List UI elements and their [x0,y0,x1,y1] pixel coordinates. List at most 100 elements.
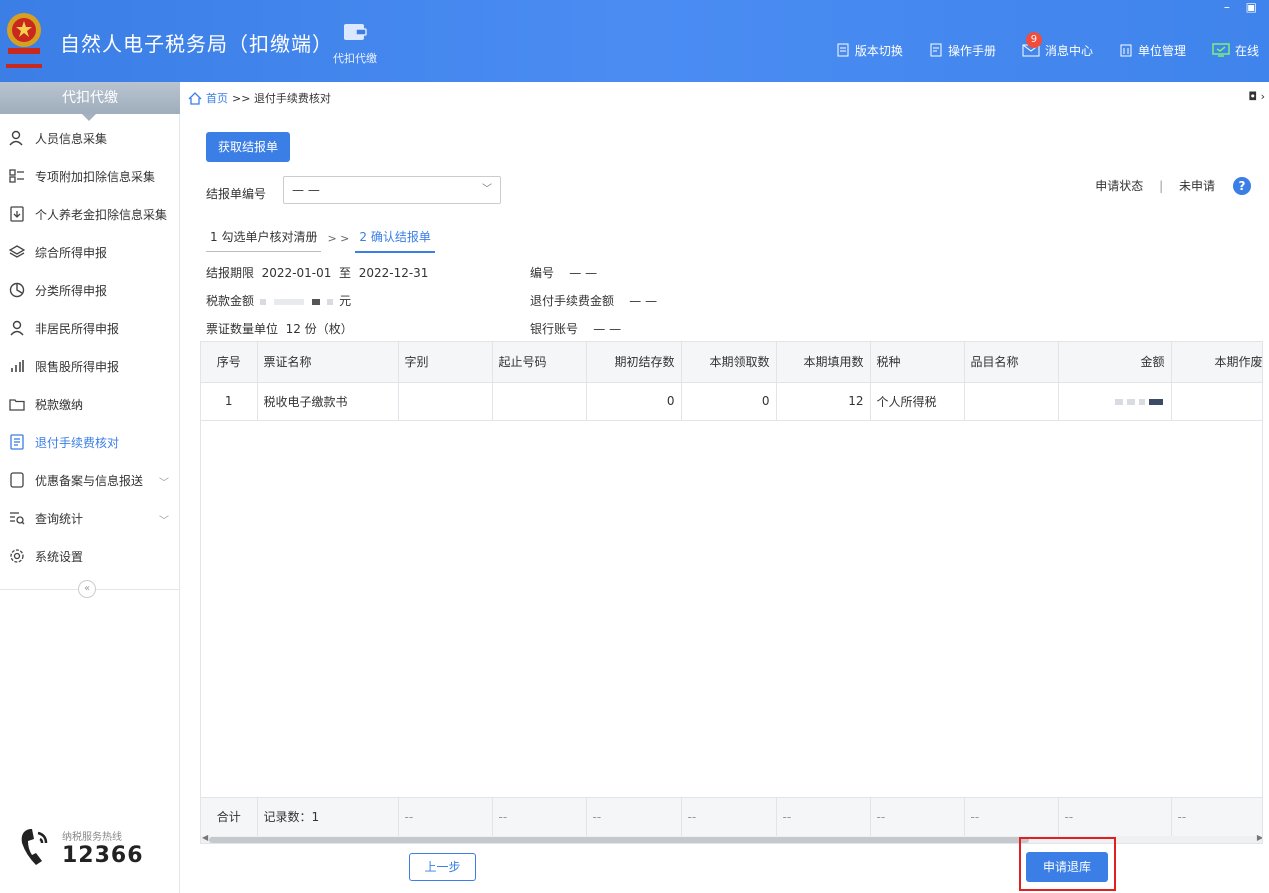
period-start: 2022-01-01 [261,266,332,280]
pie-icon [8,281,26,299]
scrollbar-thumb[interactable] [209,837,1029,843]
building-icon [1120,44,1132,57]
hotline-caption: 纳税服务热线 [62,832,122,843]
step-confirm-report[interactable]: 2 确认结报单 [355,226,435,253]
sidebar-item-special-deduction[interactable]: 专项附加扣除信息采集 [0,157,179,195]
sidebar-menu: 人员信息采集 专项附加扣除信息采集 个人养老金扣除信息采集 综合所得申报 分类所… [0,114,179,575]
person-icon [8,129,26,147]
nav-message-center[interactable]: 9 消息中心 [1022,31,1093,59]
col-header-type: 字别 [398,342,493,383]
window-controls: – ▣ [1212,0,1257,14]
step-separator: > > [327,232,350,245]
sidebar-item-nonresident-income[interactable]: 非居民所得申报 [0,309,179,347]
tax-amount-info: 税款金额 元 [206,294,352,308]
footer-total-label: 合计 [201,798,258,837]
wallet-icon [344,24,367,40]
maximize-button[interactable]: ▣ [1246,0,1257,14]
step-select-checklist[interactable]: 1 勾选单户核对清册 [206,226,322,252]
app-title: 自然人电子税务局（扣缴端） [60,32,333,56]
chevron-down-icon: ﹀ [159,478,169,489]
sidebar-item-preferential-filing[interactable]: 优惠备案与信息报送 ﹀ [0,461,179,499]
help-icon[interactable]: ? [1233,177,1251,195]
breadcrumb: 首页 >> 退付手续费核对 [188,90,331,106]
pension-icon [8,205,26,223]
number-info: 编号 — — [530,266,598,280]
top-nav: 版本切换 操作手册 9 消息中心 单位管理 在线 [810,31,1259,60]
check-doc-icon [8,433,26,451]
tax-emblem-icon [6,13,42,68]
sidebar: 代扣代缴 人员信息采集 专项附加扣除信息采集 个人养老金扣除信息采集 综合所得申… [0,82,180,893]
period-end: 2022-12-31 [358,266,429,280]
minimize-button[interactable]: – [1224,0,1230,14]
message-badge: 9 [1025,31,1042,48]
sidebar-item-query-statistics[interactable]: 查询统计 ﹀ [0,499,179,537]
report-no-select[interactable]: — — ﹀ [283,176,501,204]
file-icon [8,471,26,489]
app-header: 自然人电子税务局（扣缴端） 代扣代缴 – ▣ 版本切换 操作手册 9 消息中心 … [0,0,1269,82]
ticket-table: 序号 票证名称 字别 起止号码 期初结存数 本期领取数 本期填用数 税种 品目名… [200,341,1263,844]
nav-unit-management[interactable]: 单位管理 [1119,42,1186,59]
scroll-right-icon[interactable]: ▶ [1257,833,1262,842]
chevron-down-icon: ﹀ [482,184,492,195]
monitor-icon [1212,43,1230,57]
nav-online-status[interactable]: 在线 [1212,42,1259,59]
home-icon[interactable] [188,91,202,105]
col-header-index: 序号 [201,342,258,383]
folder-icon [8,395,26,413]
get-report-button[interactable]: 获取结报单 [206,132,290,162]
table-header-row: 序号 票证名称 字别 起止号码 期初结存数 本期领取数 本期填用数 税种 品目名… [201,342,1262,383]
sidebar-item-tax-payment[interactable]: 税款缴纳 [0,385,179,423]
refund-fee-info: 退付手续费金额 — — [530,294,658,308]
bank-account-info: 银行账号 — — [530,322,622,336]
sidebar-item-refund-fee-check[interactable]: 退付手续费核对 [0,423,179,461]
col-header-used: 本期填用数 [776,342,871,383]
query-icon [8,509,26,527]
nav-version-switch[interactable]: 版本切换 [836,42,903,59]
col-header-opening-balance: 期初结存数 [586,342,682,383]
document-icon [837,43,849,57]
module-dakoudaijiao[interactable]: 代扣代缴 [326,20,384,66]
user-icon [8,319,26,337]
tab-controls[interactable]: ◘ › [1248,90,1265,103]
sidebar-item-classified-income[interactable]: 分类所得申报 [0,271,179,309]
module-label: 代扣代缴 [333,52,377,65]
step-tabs: 1 勾选单户核对清册 > > 2 确认结报单 [206,226,435,253]
scroll-left-icon[interactable]: ◀ [202,833,208,842]
gear-icon [8,547,26,565]
chevron-down-icon: ﹀ [159,516,169,527]
period-info: 结报期限 2022-01-01 至 2022-12-31 [206,266,429,280]
hotline: 纳税服务热线 12366 [16,825,144,871]
hotline-number: 12366 [62,843,144,868]
col-header-amount: 金额 [1058,342,1172,383]
breadcrumb-current: 退付手续费核对 [253,92,331,105]
layers-icon [8,243,26,261]
nav-manual[interactable]: 操作手册 [929,42,996,59]
breadcrumb-separator: >> [232,91,251,105]
col-header-voided: 本期作废数 [1171,342,1262,383]
report-no-label: 结报单编号 [206,187,267,201]
col-header-number-range: 起止号码 [492,342,587,383]
phone-service-icon [21,829,48,865]
breadcrumb-home-link[interactable]: 首页 [206,90,228,106]
redacted-amount [1058,382,1172,421]
sidebar-item-restricted-stock[interactable]: 限售股所得申报 [0,347,179,385]
sidebar-collapse-button[interactable]: « [78,580,96,598]
prev-step-button[interactable]: 上一步 [409,853,476,881]
sidebar-item-pension-deduction[interactable]: 个人养老金扣除信息采集 [0,195,179,233]
sidebar-item-comprehensive-income[interactable]: 综合所得申报 [0,233,179,271]
table-row[interactable]: 1 税收电子缴款书 0 0 12 个人所得税 0 [201,382,1262,421]
manual-icon [930,43,942,57]
sidebar-item-person-info[interactable]: 人员信息采集 [0,119,179,157]
status-value: 未申请 [1178,179,1215,193]
sidebar-title: 代扣代缴 [0,82,180,121]
apply-refund-button[interactable]: 申请退库 [1026,852,1108,882]
sidebar-item-system-settings[interactable]: 系统设置 [0,537,179,575]
table-footer-row: 合计 记录数：1 -- -- -- -- -- -- -- -- -- [201,797,1262,837]
col-header-received: 本期领取数 [681,342,777,383]
ticket-count-info: 票证数量单位 12 份（枚） [206,322,353,336]
redacted-value [259,298,266,305]
col-header-tax-type: 税种 [870,342,965,383]
status-label: 申请状态 [1095,179,1144,193]
col-header-ticket-name: 票证名称 [257,342,399,383]
report-no-value: — — [292,183,320,197]
